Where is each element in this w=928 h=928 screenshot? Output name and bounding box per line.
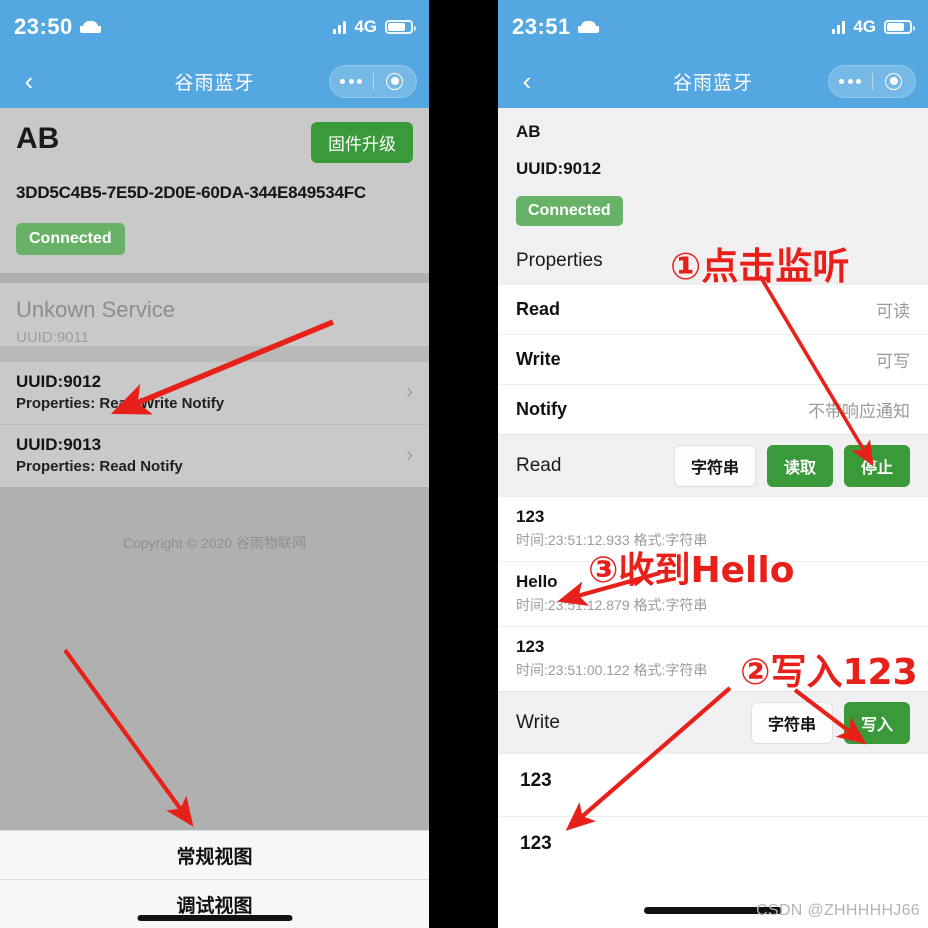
property-key: Read [516,299,561,319]
status-badge: Connected [516,196,623,226]
bottom-tab-bar: 常规视图 调试视图 [0,830,429,928]
signal-icon [333,20,347,34]
more-dots-icon[interactable] [829,78,872,84]
write-log-item: 123 [498,753,928,816]
read-action-buttons: 字符串 读取 停止 [673,444,910,487]
log-meta: 时间:23:51:00.122 格式:字符串 [516,662,708,678]
screenshot-stage: 23:50 4G ‹ 谷雨蓝牙 AB 固件升级 3DD5C4B5-7E5D-2D… [0,0,928,928]
right-phone-screen: 23:51 4G ‹ 谷雨蓝牙 AB UUID:9012 Connected P… [498,0,928,928]
right-nav-bar: ‹ 谷雨蓝牙 [498,54,928,108]
battery-icon [385,20,416,34]
write-action-label: Write [516,711,560,733]
log-value: Hello [516,572,558,591]
firmware-upgrade-button[interactable]: 固件升级 [311,122,413,163]
status-badge: Connected [16,223,125,255]
log-meta: 时间:23:51:12.879 格式:字符串 [516,597,708,613]
wechat-capsule-button[interactable] [329,64,417,98]
log-item: 123 时间:23:51:00.122 格式:字符串 [498,626,928,691]
log-item: Hello 时间:23:51:12.879 格式:字符串 [498,561,928,626]
section-divider [0,273,429,283]
stop-button[interactable]: 停止 [843,444,910,487]
right-status-bar: 23:51 4G [498,0,928,54]
read-action-row: Read 字符串 读取 停止 [498,434,928,496]
characteristic-list: UUID:9012 Properties: Read Write Notify … [0,362,429,487]
left-nav-bar: ‹ 谷雨蓝牙 [0,54,429,108]
write-format-button[interactable]: 字符串 [750,701,833,744]
device-header-row: AB 固件升级 [16,122,413,163]
properties-section-title: Properties [498,240,928,284]
tab-normal-view[interactable]: 常规视图 [0,830,429,879]
signal-icon [832,20,846,34]
log-meta: 时间:23:51:12.933 格式:字符串 [516,532,708,548]
list-item[interactable]: UUID:9012 Properties: Read Write Notify … [0,362,429,424]
list-item[interactable]: UUID:9013 Properties: Read Notify › [0,424,429,487]
write-action-buttons: 字符串 写入 [750,701,910,744]
target-icon[interactable] [873,72,916,90]
battery-icon [884,20,915,34]
network-label: 4G [853,17,876,36]
log-item: 123 时间:23:51:12.933 格式:字符串 [498,496,928,561]
write-log-item: 123 [498,816,928,879]
log-value: 123 [516,637,545,656]
device-name: AB [16,122,60,155]
device-header-card: AB 固件升级 3DD5C4B5-7E5D-2D0E-60DA-344E8495… [0,108,429,273]
characteristic-uuid: UUID:9012 [516,159,602,178]
home-indicator [137,915,292,921]
target-icon[interactable] [374,72,417,90]
status-left-group: 23:50 [14,14,101,40]
device-header-card: AB UUID:9012 Connected [498,108,928,240]
property-row-write: Write 可写 [498,334,928,384]
status-time: 23:51 [512,14,571,39]
left-status-bar: 23:50 4G [0,0,429,54]
characteristic-uuid: UUID:9012 [16,372,102,391]
characteristic-info: UUID:9012 Properties: Read Write Notify [16,372,224,412]
property-key: Write [516,349,561,369]
service-name: Unkown Service [16,297,175,322]
chevron-left-icon[interactable]: ‹ [12,64,46,98]
status-time: 23:50 [14,14,73,39]
read-button[interactable]: 读取 [766,444,833,487]
status-left-group: 23:51 [512,14,599,40]
characteristic-uuid: UUID:9013 [16,435,102,454]
property-key: Notify [516,399,567,419]
service-uuid: UUID:9011 [16,329,90,346]
empty-area: Copyright © 2020 谷雨物联网 [0,487,429,830]
device-uuid: 3DD5C4B5-7E5D-2D0E-60DA-344E849534FC [16,183,366,202]
write-log-value: 123 [520,833,552,854]
property-value: 可读 [876,302,910,321]
characteristic-properties: Properties: Read Write Notify [16,395,225,412]
left-content: AB 固件升级 3DD5C4B5-7E5D-2D0E-60DA-344E8495… [0,108,429,928]
right-content: AB UUID:9012 Connected Properties Read 可… [498,108,928,928]
service-header: Unkown Service UUID:9011 [0,283,429,346]
property-value: 不带响应通知 [808,402,910,421]
chevron-right-icon: › [406,380,413,403]
read-format-button[interactable]: 字符串 [673,444,756,487]
log-value: 123 [516,507,545,526]
property-row-read: Read 可读 [498,284,928,334]
write-action-row: Write 字符串 写入 [498,691,928,753]
wechat-capsule-button[interactable] [828,64,916,98]
write-button[interactable]: 写入 [843,701,910,744]
property-row-notify: Notify 不带响应通知 [498,384,928,434]
characteristic-info: UUID:9013 Properties: Read Notify [16,435,183,475]
left-phone-screen: 23:50 4G ‹ 谷雨蓝牙 AB 固件升级 3DD5C4B5-7E5D-2D… [0,0,429,928]
write-log-value: 123 [520,770,552,791]
read-action-label: Read [516,454,562,476]
watermark: CSDN @ZHHHHHJ66 [756,902,920,919]
chevron-right-icon: › [406,443,413,466]
more-dots-icon[interactable] [330,78,373,84]
bed-icon [79,21,101,33]
characteristic-properties: Properties: Read Notify [16,458,183,475]
status-right-group: 4G [832,17,915,37]
device-name: AB [516,122,541,141]
bed-icon [577,21,599,33]
copyright-text: Copyright © 2020 谷雨物联网 [122,535,307,551]
chevron-left-icon[interactable]: ‹ [510,64,544,98]
property-value: 可写 [876,352,910,371]
network-label: 4G [354,17,377,36]
status-right-group: 4G [333,17,416,37]
